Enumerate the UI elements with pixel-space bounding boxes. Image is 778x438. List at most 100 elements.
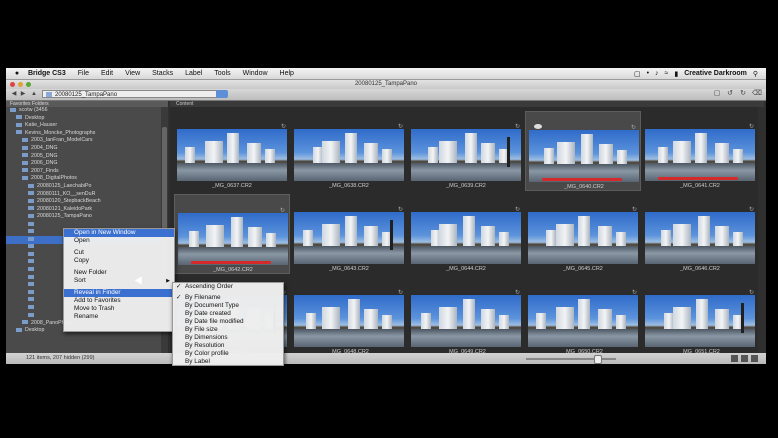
thumbnail-filename[interactable]: _MG_0642.CR2 <box>175 267 291 273</box>
thumbnail-cell[interactable]: ↻ _MG_0639.CR2 <box>408 111 524 191</box>
sort-by-file-size[interactable]: By File size <box>173 326 283 334</box>
rotate-icon[interactable]: ↻ <box>632 289 637 296</box>
thumbnail-filename[interactable]: _MG_0640.CR2 <box>526 184 642 190</box>
thumbnail-filename[interactable]: _MG_0637.CR2 <box>174 183 290 189</box>
menu-item-new-folder[interactable]: New Folder <box>64 269 174 277</box>
minimize-icon[interactable] <box>18 82 23 87</box>
folder-tree-item[interactable]: 20080111_KO__senDuR <box>6 191 168 199</box>
up-folder-icon[interactable]: ▲ <box>30 90 38 98</box>
thumbnail-filename[interactable]: _MG_0638.CR2 <box>291 183 407 189</box>
thumbnail-image[interactable] <box>294 295 404 347</box>
thumbnail-cell[interactable]: ↻ _MG_0638.CR2 <box>291 111 407 191</box>
folder-tree-item[interactable]: 2007_Finds <box>6 168 168 176</box>
sort-by-dimensions[interactable]: By Dimensions <box>173 334 283 342</box>
thumbnail-cell[interactable]: ↻ _MG_0640.CR2 <box>525 111 641 191</box>
menu-item-sort[interactable]: Sort ▶ <box>64 277 174 285</box>
thumbnail-image[interactable] <box>645 212 755 264</box>
app-name[interactable]: Bridge CS3 <box>28 70 66 77</box>
sort-by-filename[interactable]: ✓ By Filename <box>173 294 283 302</box>
battery-icon[interactable]: ▮ <box>674 70 678 78</box>
menu-item-cut[interactable]: Cut <box>64 249 174 257</box>
rotate-icon[interactable]: ↻ <box>398 123 403 130</box>
rotate-icon[interactable]: ↻ <box>749 289 754 296</box>
trash-icon[interactable]: ⌫ <box>752 90 762 98</box>
thumbnail-image[interactable] <box>177 129 287 181</box>
volume-icon[interactable]: ♪ <box>655 70 659 77</box>
folder-tree-item[interactable]: Kevins_Moncke_Photographs <box>6 130 168 138</box>
thumbnail-size-slider[interactable] <box>526 358 616 360</box>
rotate-icon[interactable]: ↻ <box>632 206 637 213</box>
thumbnail-image[interactable] <box>411 129 521 181</box>
apple-icon[interactable]: ● <box>12 70 22 77</box>
path-field[interactable]: 20080125_TampaPano <box>42 90 222 98</box>
preview-eye-icon[interactable] <box>534 124 542 129</box>
zoom-icon[interactable] <box>26 82 31 87</box>
thumbnail-cell[interactable]: ↻ _MG_0642.CR2 <box>174 194 290 274</box>
sort-ascending-order[interactable]: ✓ Ascending Order <box>173 283 283 291</box>
thumbnail-filename[interactable]: _MG_0643.CR2 <box>291 266 407 272</box>
thumbnail-cell[interactable]: ↻ _MG_0637.CR2 <box>174 111 290 191</box>
thumbnail-cell[interactable]: ↻ _MG_0649.CR2 <box>408 277 524 357</box>
rotate-icon[interactable]: ↻ <box>515 289 520 296</box>
thumbnail-image[interactable] <box>645 295 755 347</box>
path-dropdown-button[interactable] <box>216 90 228 98</box>
thumbnail-image[interactable] <box>528 295 638 347</box>
folder-tree-item[interactable]: Katie_Hauser <box>6 122 168 130</box>
thumbnail-cell[interactable]: ↻ _MG_0650.CR2 <box>525 277 641 357</box>
menu-item-rename[interactable]: Rename <box>64 313 174 321</box>
menu-view[interactable]: View <box>125 70 140 77</box>
forward-icon[interactable]: ▶ <box>19 90 27 98</box>
menu-label[interactable]: Label <box>185 70 202 77</box>
thumbnail-size-knob[interactable] <box>594 355 602 364</box>
sort-by-date-created[interactable]: By Date created <box>173 310 283 318</box>
menu-item-open-in-new-window[interactable]: Open in New Window <box>64 229 174 237</box>
sort-by-color-profile[interactable]: By Color profile <box>173 350 283 358</box>
folder-tree-item[interactable]: 2008_DigitalPhotos <box>6 175 168 183</box>
menu-edit[interactable]: Edit <box>101 70 113 77</box>
close-icon[interactable] <box>10 82 15 87</box>
rotate-icon[interactable]: ↻ <box>281 123 286 130</box>
thumbnail-filename[interactable]: _MG_0639.CR2 <box>408 183 524 189</box>
rotate-icon[interactable]: ↻ <box>280 207 285 214</box>
thumbnail-cell[interactable]: ↻ _MG_0648.CR2 <box>291 277 407 357</box>
folder-tree-item[interactable]: 2006_DNG <box>6 160 168 168</box>
menu-item-copy[interactable]: Copy <box>64 257 174 265</box>
menu-help[interactable]: Help <box>280 70 294 77</box>
folder-tree-item[interactable]: scotw (3456 <box>6 107 168 115</box>
rotate-icon[interactable]: ↻ <box>749 123 754 130</box>
thumbnail-image[interactable] <box>411 295 521 347</box>
folder-tree-item[interactable]: 20080120_StepbackBeach <box>6 198 168 206</box>
user-name[interactable]: Creative Darkroom <box>684 70 747 77</box>
rotate-icon[interactable]: ↻ <box>749 206 754 213</box>
thumbnail-image[interactable] <box>528 212 638 264</box>
rotate-icon[interactable]: ↻ <box>515 206 520 213</box>
sort-by-resolution[interactable]: By Resolution <box>173 342 283 350</box>
thumbnail-filename[interactable]: _MG_0645.CR2 <box>525 266 641 272</box>
sort-by-date-modified[interactable]: By Date file modified <box>173 318 283 326</box>
menu-window[interactable]: Window <box>243 70 268 77</box>
folder-tree-item[interactable]: 20080125_TampaPano <box>6 213 168 221</box>
wifi-icon[interactable]: ≈ <box>665 70 669 77</box>
menu-item-move-to-trash[interactable]: Move to Trash <box>64 305 174 313</box>
thumbnail-cell[interactable]: ↻ _MG_0643.CR2 <box>291 194 407 274</box>
thumbnail-cell[interactable]: ↻ _MG_0645.CR2 <box>525 194 641 274</box>
spotlight-icon[interactable]: ⚲ <box>753 70 758 78</box>
content-panel-tab[interactable]: Content <box>170 101 764 107</box>
thumbnail-cell[interactable]: ↻ _MG_0644.CR2 <box>408 194 524 274</box>
menu-item-open[interactable]: Open <box>64 237 174 245</box>
grid-view-icon[interactable] <box>731 355 738 362</box>
sort-by-document-type[interactable]: By Document Type <box>173 302 283 310</box>
folder-tree-item[interactable]: 20080125_LaechabiPo <box>6 183 168 191</box>
bluetooth-icon[interactable]: • <box>647 70 649 77</box>
rotate-icon[interactable]: ↻ <box>631 124 636 131</box>
rotate-right-icon[interactable]: ↻ <box>739 90 747 98</box>
list-view-icon[interactable] <box>751 355 758 362</box>
folder-tree-item[interactable]: Desktop <box>6 115 168 123</box>
rotate-icon[interactable]: ↻ <box>515 123 520 130</box>
new-folder-icon[interactable]: ▢ <box>713 90 721 98</box>
thumbnail-image[interactable] <box>529 130 639 182</box>
folder-tree-item[interactable]: 2004_DNG <box>6 145 168 153</box>
thumbnail-cell[interactable]: ↻ _MG_0651.CR2 <box>642 277 758 357</box>
folder-tree-item[interactable]: 2005_DNG <box>6 153 168 161</box>
folder-tree-item[interactable]: 2003_IanFran_ModelCars <box>6 137 168 145</box>
